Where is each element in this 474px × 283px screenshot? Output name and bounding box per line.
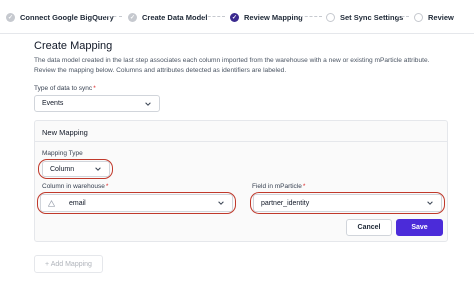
check-icon: ✓: [128, 12, 137, 22]
step-connect-bigquery[interactable]: ✓ Connect Google BigQuery: [6, 10, 114, 24]
stepper: ✓ Connect Google BigQuery ✓ Create Data …: [0, 0, 474, 34]
step-connector: [397, 16, 409, 17]
add-mapping-button[interactable]: + Add Mapping: [34, 255, 103, 273]
required-mark: *: [93, 85, 96, 92]
step-label: Review Mapping: [244, 12, 303, 22]
label-text: Field in mParticle: [252, 183, 302, 190]
required-mark: *: [302, 183, 306, 190]
mapping-type-highlight: [38, 159, 113, 179]
empty-circle-icon: [326, 12, 335, 22]
chevron-down-icon: [145, 101, 151, 106]
type-of-data-label: Type of data to sync*: [34, 85, 96, 92]
column-label: Column in warehouse*: [42, 183, 108, 190]
step-connector: [203, 16, 225, 17]
check-icon: ✓: [230, 12, 239, 22]
type-of-data-value: Events: [42, 100, 64, 107]
step-connector: [102, 16, 122, 17]
required-mark: *: [105, 183, 109, 190]
step-label: Connect Google BigQuery: [20, 12, 114, 22]
step-label: Create Data Model: [142, 12, 208, 22]
check-icon: ✓: [6, 12, 15, 22]
label-text: Type of data to sync: [34, 85, 93, 92]
type-of-data-select[interactable]: Events: [34, 95, 160, 112]
page-description: The data model created in the last step …: [34, 57, 430, 74]
step-set-sync-settings[interactable]: Set Sync Settings: [326, 10, 403, 24]
step-create-data-model[interactable]: ✓ Create Data Model: [128, 10, 207, 24]
column-highlight: [37, 192, 236, 214]
mapping-type-label: Mapping Type: [42, 150, 83, 157]
step-review-mapping[interactable]: ✓ Review Mapping: [230, 10, 303, 24]
field-highlight: [250, 192, 445, 214]
divider: [35, 141, 447, 142]
step-label: Review: [428, 12, 454, 22]
save-button[interactable]: Save: [396, 219, 443, 236]
card-title: New Mapping: [42, 128, 88, 137]
label-text: Column in warehouse: [42, 183, 105, 190]
step-label: Set Sync Settings: [340, 12, 404, 22]
field-label: Field in mParticle*: [252, 183, 305, 190]
step-review[interactable]: Review: [414, 10, 454, 24]
page-title: Create Mapping: [34, 40, 113, 52]
step-connector: [300, 16, 322, 17]
empty-circle-icon: [414, 12, 423, 22]
cancel-button[interactable]: Cancel: [346, 219, 392, 236]
